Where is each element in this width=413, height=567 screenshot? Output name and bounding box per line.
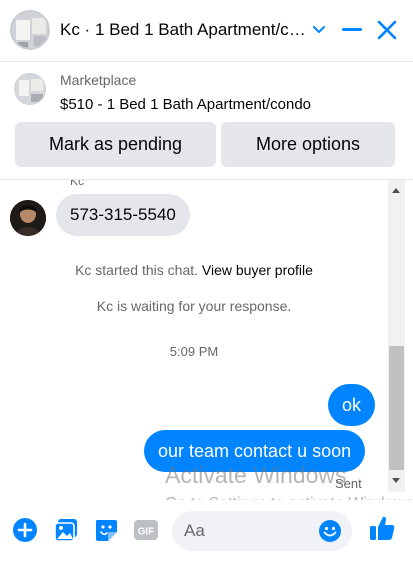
plus-icon[interactable] xyxy=(11,516,39,544)
message-composer: GIF xyxy=(0,500,413,567)
sender-avatar[interactable] xyxy=(10,200,46,236)
conversation-title[interactable]: Kc · 1 Bed 1 Bath Apartment/condo xyxy=(60,20,306,40)
incoming-message[interactable]: 573-315-5540 xyxy=(56,194,190,236)
chat-header: Kc · 1 Bed 1 Bath Apartment/condo xyxy=(0,0,413,62)
thumbs-up-icon[interactable] xyxy=(368,514,396,542)
message-status: Sent xyxy=(335,476,362,491)
sticker-icon[interactable] xyxy=(92,516,120,544)
message-input-wrapper xyxy=(172,511,352,551)
more-options-button[interactable]: More options xyxy=(221,122,395,167)
scroll-up-arrow-icon[interactable] xyxy=(392,188,400,193)
chevron-down-icon[interactable] xyxy=(306,16,332,44)
listing-card: Marketplace $510 - 1 Bed 1 Bath Apartmen… xyxy=(0,62,413,180)
contact-avatar[interactable] xyxy=(10,10,50,50)
scroll-thumb[interactable] xyxy=(389,346,404,470)
message-list[interactable]: Kc 573-315-5540 Kc started this chat. Vi… xyxy=(0,180,405,492)
message-scrollbar[interactable] xyxy=(388,180,405,492)
sender-name: Kc xyxy=(70,180,85,188)
message-timestamp: 5:09 PM xyxy=(169,344,219,359)
emoji-icon[interactable] xyxy=(318,519,342,543)
message-input[interactable] xyxy=(184,511,312,551)
close-icon[interactable] xyxy=(374,16,400,44)
listing-price-title[interactable]: $510 - 1 Bed 1 Bath Apartment/condo xyxy=(60,96,311,113)
photo-icon[interactable] xyxy=(52,516,80,544)
chat-started-text: Kc started this chat. xyxy=(75,262,199,278)
waiting-notice: Kc is waiting for your response. xyxy=(96,298,292,314)
profile-photo-icon xyxy=(10,200,46,236)
gif-icon[interactable]: GIF xyxy=(132,516,160,544)
mark-as-pending-button[interactable]: Mark as pending xyxy=(15,122,216,167)
scroll-down-arrow-icon[interactable] xyxy=(392,478,400,483)
outgoing-message[interactable]: ok xyxy=(328,384,376,426)
listing-photo-icon xyxy=(15,74,45,104)
listing-thumbnail[interactable] xyxy=(14,73,46,105)
room-photo-icon xyxy=(12,12,48,48)
chat-started-notice: Kc started this chat. View buyer profile xyxy=(0,262,388,278)
minimize-icon[interactable] xyxy=(339,16,365,44)
listing-source: Marketplace xyxy=(60,72,137,88)
svg-text:GIF: GIF xyxy=(138,527,155,538)
outgoing-message[interactable]: our team contact u soon xyxy=(144,430,366,472)
view-buyer-profile-link[interactable]: View buyer profile xyxy=(202,262,313,278)
